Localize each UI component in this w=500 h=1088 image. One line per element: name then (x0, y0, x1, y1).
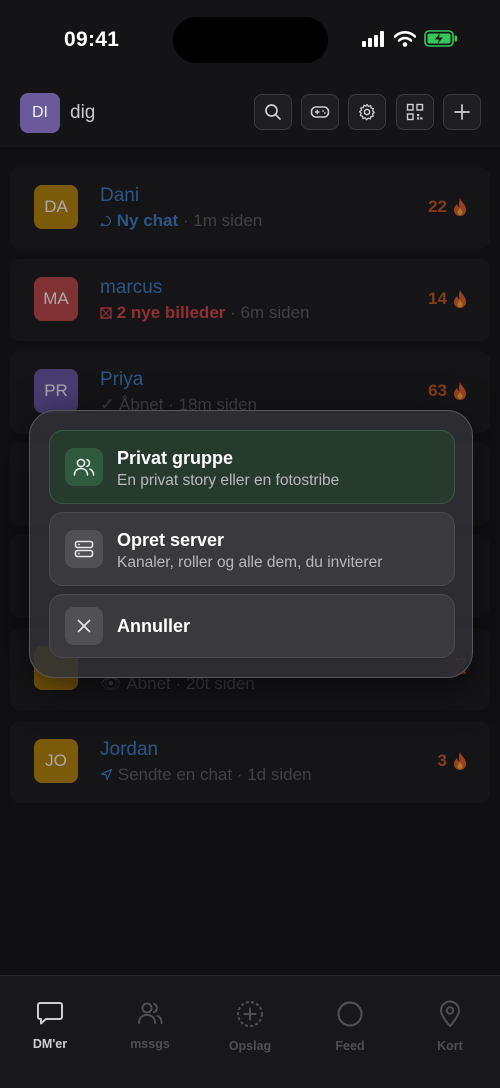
tab-mssgs[interactable]: mssgs (100, 1000, 200, 1051)
tab-label: DM'er (32, 1037, 68, 1051)
plus-circle-icon (237, 1001, 263, 1027)
chat-bubble-icon (37, 1002, 63, 1025)
cancel-option[interactable]: Annuller (49, 594, 455, 658)
circle-icon (337, 1001, 363, 1027)
status-icons (362, 30, 458, 47)
option-description: Kanaler, roller og alle dem, du invitere… (117, 554, 383, 571)
my-username[interactable]: dig (70, 102, 95, 124)
wifi-icon (394, 30, 416, 47)
plus-icon (454, 104, 470, 120)
people-icon (73, 458, 95, 476)
status-time: 09:41 (64, 28, 120, 51)
tab-label: mssgs (130, 1037, 170, 1051)
bottom-tab-bar: DM'er mssgs Opslag Feed Kort (0, 975, 500, 1088)
qr-code-button[interactable] (396, 94, 434, 130)
battery-charging-icon (424, 30, 457, 47)
map-pin-icon (440, 1000, 460, 1027)
tab-kort[interactable]: Kort (400, 1000, 500, 1053)
tab-dms[interactable]: DM'er (0, 1000, 100, 1051)
create-server-option[interactable]: Opret server Kanaler, roller og alle dem… (49, 512, 455, 586)
my-avatar[interactable]: DI (20, 93, 60, 133)
option-title: Privat gruppe (117, 448, 234, 468)
dynamic-island (173, 17, 328, 63)
settings-button[interactable] (348, 94, 386, 130)
people-icon-box (65, 448, 103, 486)
signal-icon (362, 30, 384, 47)
private-group-option[interactable]: Privat gruppe En privat story eller en f… (49, 430, 455, 504)
server-icon (74, 540, 94, 558)
status-bar: 09:41 (0, 0, 500, 80)
close-icon (77, 619, 91, 633)
search-icon (265, 104, 281, 120)
qr-code-icon (406, 103, 424, 121)
top-header: DI dig (0, 80, 500, 147)
tab-label: Opslag (228, 1039, 272, 1053)
search-button[interactable] (254, 94, 292, 130)
close-icon-box (65, 607, 103, 645)
server-icon-box (65, 530, 103, 568)
option-title: Opret server (117, 530, 225, 550)
gamepad-icon (310, 106, 330, 118)
option-title: Annuller (117, 616, 191, 636)
tab-feed[interactable]: Feed (300, 1000, 400, 1053)
games-button[interactable] (301, 94, 339, 130)
gear-icon (358, 103, 375, 121)
users-icon (138, 1002, 163, 1024)
create-action-sheet: Privat gruppe En privat story eller en f… (29, 410, 473, 678)
tab-label: Feed (335, 1039, 365, 1053)
tab-label: Kort (437, 1039, 463, 1053)
option-description: En privat story eller en fotostribe (117, 472, 340, 489)
tab-opslag[interactable]: Opslag (200, 1000, 300, 1053)
add-button[interactable] (443, 94, 481, 130)
